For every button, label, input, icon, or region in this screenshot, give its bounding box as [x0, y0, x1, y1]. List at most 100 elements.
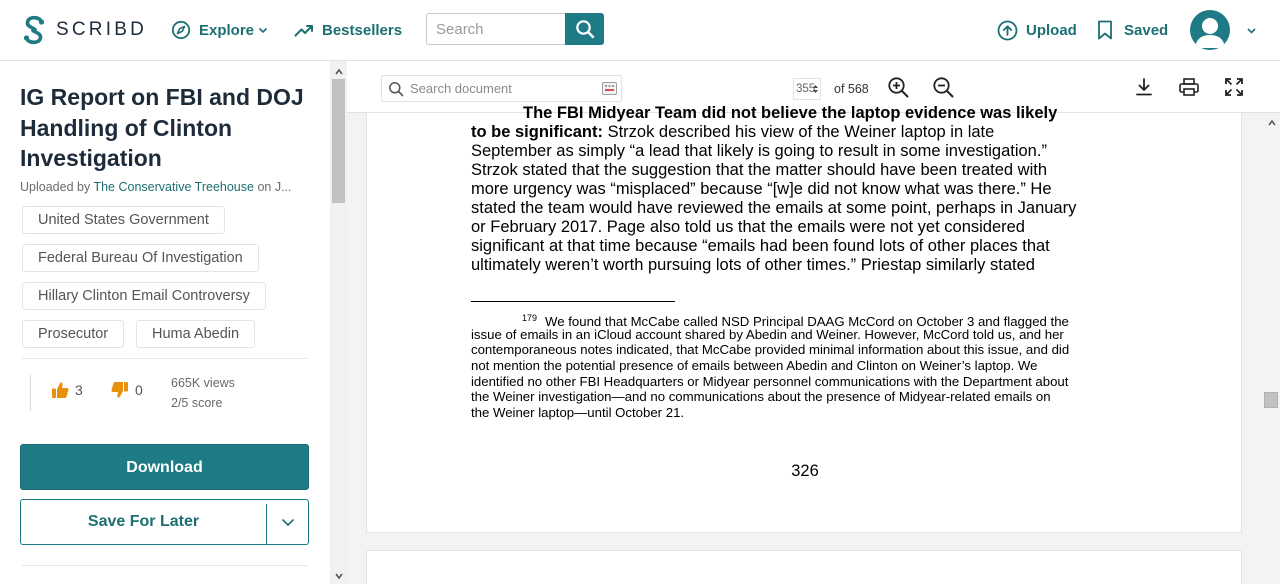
view-count: 665K views: [171, 376, 235, 390]
footnote-line: identified no other FBI Headquarters or …: [471, 374, 1151, 390]
scrollbar-thumb[interactable]: [332, 79, 345, 203]
footnote-line: 179 We found that McCabe called NSD Princ…: [471, 311, 1151, 329]
footnote-text: contemporaneous notes indicated, that Mc…: [471, 342, 1070, 358]
upload-label: Upload: [1026, 21, 1077, 39]
explore-menu[interactable]: Explore: [171, 16, 268, 44]
fullscreen-icon[interactable]: [1223, 76, 1245, 98]
account-menu-chevron-icon[interactable]: [1246, 25, 1257, 36]
tag-chip[interactable]: Huma Abedin: [136, 320, 256, 348]
user-avatar-icon: [1195, 18, 1225, 48]
scribd-logo[interactable]: SCRIBD: [22, 14, 147, 46]
upvote-button[interactable]: 3: [51, 381, 83, 399]
body-text-line: significant at that time because “emails…: [471, 237, 1151, 256]
saved-label: Saved: [1124, 21, 1169, 39]
body-text-span: more urgency was “misplaced” because “[w…: [471, 180, 1052, 198]
page-body-text: The FBI Midyear Team did not believe the…: [471, 104, 1151, 275]
scroll-down-arrow[interactable]: [330, 567, 347, 584]
footnote-text: the Weiner investigation—and no communic…: [471, 389, 1051, 405]
save-options-dropdown[interactable]: [267, 500, 309, 544]
body-text-line: to be significant: Strzok described his …: [471, 123, 1151, 142]
search-icon: [389, 81, 404, 96]
document-page: The FBI Midyear Team did not believe the…: [366, 104, 1242, 533]
views-and-score: 665K views 2/5 score: [171, 373, 235, 413]
footnote-text: issue of emails in an iCloud account sha…: [471, 326, 1064, 342]
body-text-line: The FBI Midyear Team did not believe the…: [471, 104, 1151, 123]
footnote-line: not mention the potential presence of em…: [471, 358, 1151, 374]
document-sidebar: IG Report on FBI and DOJ Handling of Cli…: [0, 61, 330, 584]
bestsellers-link[interactable]: Bestsellers: [294, 16, 402, 44]
body-text-line: stated the team would have reviewed the …: [471, 199, 1151, 218]
score: 2/5 score: [171, 396, 223, 410]
body-text-span: or February 2017. Page also told us that…: [471, 218, 1025, 236]
keyboard-icon[interactable]: [602, 82, 617, 95]
chevron-up-icon: [334, 68, 343, 74]
print-icon[interactable]: [1178, 76, 1200, 98]
tag-chip[interactable]: Federal Bureau Of Investigation: [22, 244, 259, 272]
upload-icon: [997, 20, 1018, 40]
download-button[interactable]: Download: [20, 444, 309, 490]
footnote-line: the Weiner investigation—and no communic…: [471, 389, 1151, 405]
body-text-span: Strzok stated that the suggestion that t…: [471, 161, 1048, 179]
body-text-line: September as simply “a lead that likely …: [471, 142, 1151, 161]
chevron-down-icon: [334, 573, 343, 579]
page-number: 326: [791, 462, 819, 480]
chevron-down-icon: [258, 27, 268, 34]
body-text-span: significant at that time because “emails…: [471, 237, 1050, 255]
scribd-logo-icon: [23, 15, 45, 45]
global-search: [426, 13, 604, 45]
tag-chip[interactable]: Prosecutor: [22, 320, 125, 348]
search-icon: [575, 20, 594, 39]
scroll-up-arrow[interactable]: [330, 63, 347, 80]
document-stats: 3 0 665K views 2/5 score: [30, 373, 310, 413]
body-text-span: ultimately weren’t worth pursuing lots o…: [471, 256, 1035, 274]
viewer-scrollbar[interactable]: [1262, 61, 1280, 584]
logo-text: SCRIBD: [56, 19, 147, 40]
page-number-input[interactable]: 355: [793, 78, 821, 100]
scroll-up-arrow[interactable]: [1263, 114, 1280, 131]
sidebar-scrollbar[interactable]: [330, 61, 347, 584]
footnote-number: 179: [522, 313, 538, 323]
footnote-line: issue of emails in an iCloud account sha…: [471, 327, 1151, 343]
body-text-span: stated the team would have reviewed the …: [471, 199, 1077, 217]
spinner-arrows-icon[interactable]: [812, 83, 819, 95]
downvote-count: 0: [135, 382, 143, 398]
scrollbar-thumb[interactable]: [1264, 392, 1278, 408]
saved-link[interactable]: Saved: [1096, 16, 1168, 44]
page-total: of 568: [834, 82, 869, 96]
document-page-next: [366, 550, 1242, 584]
divider: [22, 358, 308, 359]
tag-chip[interactable]: United States Government: [22, 206, 225, 234]
search-button[interactable]: [565, 13, 604, 45]
footnote-separator: [471, 301, 675, 302]
tag-chip[interactable]: Hillary Clinton Email Controversy: [22, 282, 266, 310]
uploader-link[interactable]: The Conservative Treehouse: [93, 180, 254, 194]
footnote-text: the Weiner laptop—until October 21.: [471, 405, 685, 421]
save-for-later-button[interactable]: Save For Later: [20, 499, 309, 545]
footnote-text: not mention the potential presence of em…: [471, 358, 1038, 374]
footnote-text: identified no other FBI Headquarters or …: [471, 373, 1069, 389]
document-search-input[interactable]: [410, 81, 600, 96]
thumbs-down-icon: [111, 382, 128, 398]
download-icon[interactable]: [1133, 76, 1155, 98]
downvote-button[interactable]: 0: [111, 381, 143, 399]
search-input[interactable]: [426, 13, 565, 45]
trending-up-icon: [294, 25, 313, 37]
divider: [30, 375, 31, 411]
body-text-line: Strzok stated that the suggestion that t…: [471, 161, 1151, 180]
save-for-later-label: Save For Later: [87, 513, 200, 530]
body-text-span: Strzok described his view of the Weiner …: [603, 123, 995, 141]
upload-link[interactable]: Upload: [997, 16, 1077, 44]
divider: [22, 565, 308, 566]
zoom-out-icon[interactable]: [932, 76, 954, 98]
bestsellers-label: Bestsellers: [322, 21, 403, 39]
chevron-up-icon: [1267, 119, 1276, 125]
user-avatar[interactable]: [1190, 10, 1230, 50]
zoom-in-icon[interactable]: [887, 76, 909, 98]
body-text-line: or February 2017. Page also told us that…: [471, 218, 1151, 237]
document-title: IG Report on FBI and DOJ Handling of Cli…: [20, 84, 304, 171]
uploaded-suffix: on J...: [257, 180, 292, 194]
document-viewer: 355 of 568 The: [347, 61, 1280, 584]
body-text-span: September as simply “a lead that likely …: [471, 142, 1047, 160]
upvote-count: 3: [75, 382, 83, 398]
compass-icon: [171, 20, 191, 40]
